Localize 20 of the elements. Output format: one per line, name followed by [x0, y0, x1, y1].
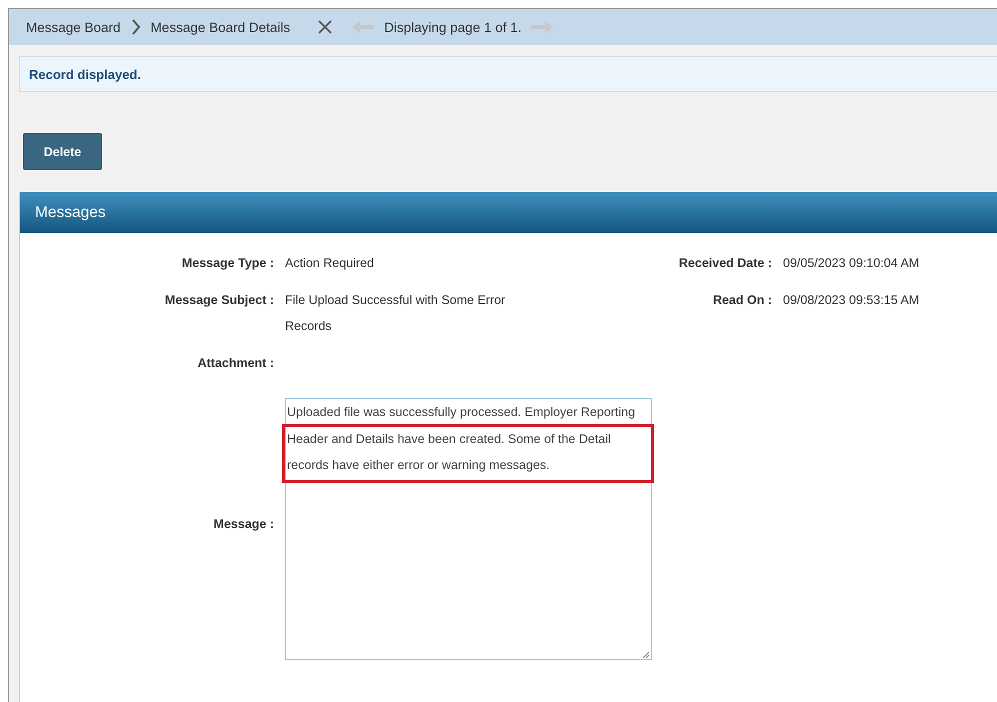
field-value: Action Required: [285, 255, 374, 272]
field-label: Attachment :: [196, 355, 274, 372]
message-field[interactable]: Uploaded file was successfully processed. Employer Reporting Header and Details have been created. Some of the Detail records have either error or warning messages.: [285, 398, 652, 660]
breadcrumb-item[interactable]: Message Board: [26, 20, 121, 34]
field-value: File Upload Successful with Some Error Records: [285, 292, 506, 335]
notice-text: Record displayed.: [29, 66, 141, 82]
field-value: 09/08/2023 09:53:15 AM: [783, 293, 920, 307]
field-label: Message Subject :: [164, 292, 274, 309]
breadcrumb-item: Message Board Details: [150, 20, 290, 34]
resize-grip-icon[interactable]: [642, 651, 649, 658]
field-label: Received Date :: [678, 255, 772, 272]
section-title: Messages: [35, 204, 106, 222]
field-label: Message Type :: [180, 255, 274, 272]
field-value: 09/05/2023 09:10:04 AM: [783, 256, 920, 270]
field-label: Read On :: [712, 292, 772, 309]
field-label: Message :: [212, 516, 274, 533]
delete-button[interactable]: Delete: [23, 133, 102, 170]
close-icon[interactable]: [318, 20, 332, 34]
pager-text: Displaying page 1 of 1.: [384, 20, 522, 34]
chevron-icon: [130, 19, 141, 35]
